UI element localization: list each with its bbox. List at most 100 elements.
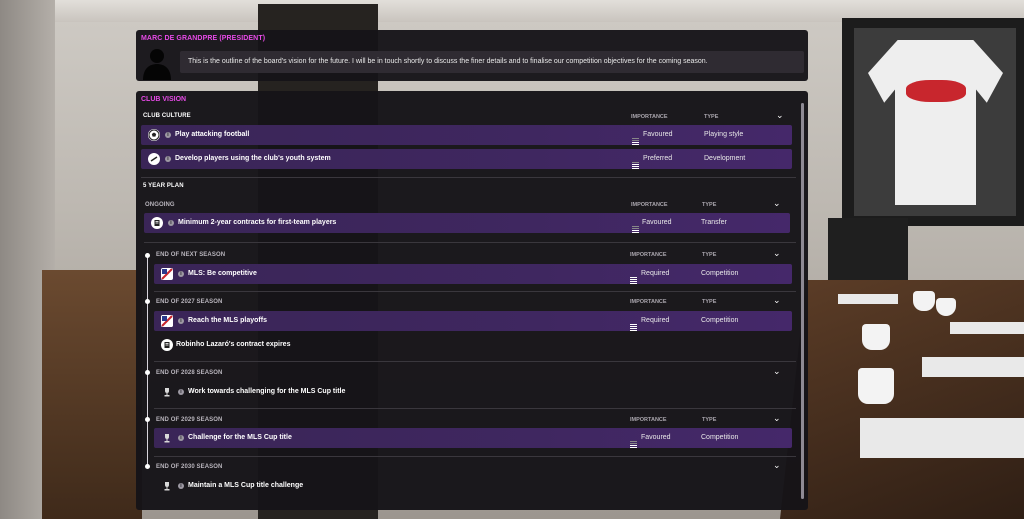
vision-row[interactable]: Robinho Lazaró's contract expires [154,335,792,355]
coffee-cup [913,291,935,311]
divider [154,361,796,362]
mls-logo-icon [161,268,173,280]
vision-label: Minimum 2-year contracts for first-team … [178,219,337,226]
column-head-importance: IMPORTANCE [631,202,668,208]
importance-bars-icon [632,156,639,169]
type-value: Competition [701,434,739,441]
importance-bars-icon [632,220,639,233]
chevron-down-icon[interactable]: ⌄ [773,414,781,423]
importance-bars-icon [630,318,637,331]
vision-row[interactable]: i MLS: Be competitive Required Competiti… [154,264,792,284]
timeline-dot [145,464,150,469]
section-title-club-culture: CLUB CULTURE [143,113,191,119]
column-head-importance: IMPORTANCE [630,252,667,258]
coffee-cup [862,324,890,350]
type-value: Playing style [704,131,744,138]
info-icon[interactable]: i [165,156,171,162]
column-head-type: TYPE [702,202,717,208]
document [922,357,1024,377]
group-title-end-2030: END OF 2030 SEASON [156,464,223,470]
coffee-cup [858,368,894,404]
column-head-type: TYPE [702,417,717,423]
info-icon[interactable]: i [178,389,184,395]
column-head-importance: IMPORTANCE [631,114,668,120]
scrollbar-thumb[interactable] [801,103,804,499]
group-title-end-2027: END OF 2027 SEASON [156,299,223,305]
importance-value: Favoured [641,434,671,441]
youth-development-icon [148,153,160,165]
chevron-down-icon[interactable]: ⌄ [773,249,781,258]
vision-row[interactable]: i Play attacking football Favoured Playi… [141,125,792,145]
contract-icon [151,217,163,229]
avatar [140,44,174,80]
divider [144,242,796,243]
importance-value: Favoured [642,219,672,226]
timeline-dot [145,299,150,304]
type-value: Development [704,155,746,162]
timeline-dot [145,370,150,375]
info-icon[interactable]: i [165,132,171,138]
contract-icon [161,339,173,351]
column-head-importance: IMPORTANCE [630,299,667,305]
timeline-dot [145,253,150,258]
divider [154,291,796,292]
vision-row[interactable]: i Reach the MLS playoffs Required Compet… [154,311,792,331]
trophy-icon [161,432,173,444]
timeline-dot [145,417,150,422]
importance-value: Required [641,317,670,324]
vision-label: Develop players using the club's youth s… [175,155,331,162]
vision-row[interactable]: i Work towards challenging for the MLS C… [154,382,792,402]
chevron-down-icon[interactable]: ⌄ [773,461,781,470]
vision-label: Play attacking football [175,131,250,138]
info-icon[interactable]: i [178,435,184,441]
chevron-down-icon[interactable]: ⌄ [776,111,784,120]
meeting-table [780,280,1024,519]
board-message-panel: MARC DE GRANDPRE (PRESIDENT) This is the… [136,30,808,81]
vision-row[interactable]: i Challenge for the MLS Cup title Favour… [154,428,792,448]
importance-value: Favoured [643,131,673,138]
vision-row[interactable]: i Develop players using the club's youth… [141,149,792,169]
speaker-name: MARC DE GRANDPRE (PRESIDENT) [141,35,266,42]
chevron-down-icon[interactable]: ⌄ [773,367,781,376]
info-icon[interactable]: i [168,220,174,226]
type-value: Transfer [701,219,727,226]
group-title-end-2028: END OF 2028 SEASON [156,370,223,376]
football-icon [148,129,160,141]
panel-title: CLUB VISION [141,96,187,103]
importance-bars-icon [632,132,639,145]
wooden-cabinet [42,270,142,519]
divider [154,456,796,457]
vision-label: Maintain a MLS Cup title challenge [188,482,304,489]
vision-row[interactable]: i Maintain a MLS Cup title challenge [154,476,792,496]
timeline-line [147,256,148,467]
column-head-type: TYPE [704,114,719,120]
vision-label: Challenge for the MLS Cup title [188,434,292,441]
section-title-five-year-plan: 5 YEAR PLAN [143,183,184,189]
importance-bars-icon [630,435,637,448]
vision-label: MLS: Be competitive [188,270,257,277]
group-title-end-2029: END OF 2029 SEASON [156,417,223,423]
type-value: Competition [701,270,739,277]
document [860,418,1024,458]
info-icon[interactable]: i [178,318,184,324]
column-head-importance: IMPORTANCE [630,417,667,423]
jersey-logo [906,80,966,102]
document [838,294,898,304]
divider [141,177,796,178]
chevron-down-icon[interactable]: ⌄ [773,296,781,305]
importance-value: Preferred [643,155,673,162]
group-title-ongoing: ONGOING [145,202,175,208]
club-vision-panel: CLUB VISION CLUB CULTURE IMPORTANCE TYPE… [136,91,808,510]
vision-label: Reach the MLS playoffs [188,317,267,324]
vision-row[interactable]: i Minimum 2-year contracts for first-tea… [144,213,790,233]
type-value: Competition [701,317,739,324]
document [950,322,1024,334]
vision-label: Robinho Lazaró's contract expires [176,341,291,348]
group-title-end-next-season: END OF NEXT SEASON [156,252,226,258]
chevron-down-icon[interactable]: ⌄ [773,199,781,208]
info-icon[interactable]: i [178,483,184,489]
divider [154,408,796,409]
info-icon[interactable]: i [178,271,184,277]
column-head-type: TYPE [702,299,717,305]
board-message: This is the outline of the board's visio… [188,58,708,65]
